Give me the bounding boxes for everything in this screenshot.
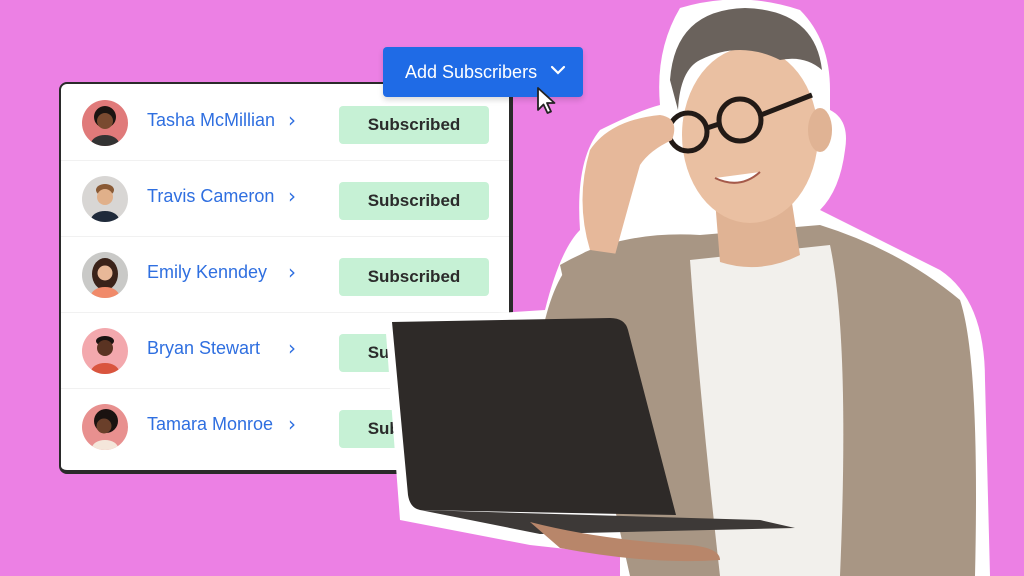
- status-badge: Subscribed: [339, 334, 489, 372]
- chevron-right-icon[interactable]: ›: [288, 184, 296, 208]
- avatar: [82, 404, 128, 450]
- subscriber-name[interactable]: Bryan Stewart: [147, 338, 260, 359]
- neck: [715, 190, 800, 268]
- avatar: [82, 252, 128, 298]
- lower-hand: [530, 522, 720, 562]
- subscriber-row[interactable]: Bryan Stewart › Subscribed: [61, 312, 509, 389]
- avatar: [82, 100, 128, 146]
- smile: [714, 171, 761, 184]
- subscriber-name[interactable]: Tasha McMillian: [147, 110, 275, 131]
- add-subscribers-label: Add Subscribers: [405, 61, 538, 82]
- subscriber-name[interactable]: Tamara Monroe: [147, 414, 273, 435]
- chevron-right-icon[interactable]: ›: [288, 412, 296, 436]
- subscriber-row[interactable]: Emily Kenndey › Subscribed: [61, 236, 509, 313]
- status-badge: Subscribed: [339, 410, 489, 448]
- status-badge: Subscribed: [339, 258, 489, 296]
- status-badge: Subscribed: [339, 182, 489, 220]
- chevron-down-icon: [549, 61, 567, 84]
- subscriber-row[interactable]: Travis Cameron › Subscribed: [61, 160, 509, 237]
- glasses: [666, 92, 813, 154]
- laptop-base: [420, 510, 795, 534]
- cardigan: [560, 225, 976, 576]
- chevron-right-icon[interactable]: ›: [288, 108, 296, 132]
- subscriber-name[interactable]: Emily Kenndey: [147, 262, 267, 283]
- subscriber-name[interactable]: Travis Cameron: [147, 186, 274, 207]
- chevron-right-icon[interactable]: ›: [288, 336, 296, 360]
- sleeve: [545, 250, 640, 320]
- raised-hand: [582, 115, 675, 255]
- hair: [670, 8, 822, 110]
- ear: [808, 108, 832, 152]
- subscriber-row[interactable]: Tamara Monroe › Subscribed: [61, 388, 509, 464]
- status-badge: Subscribed: [339, 106, 489, 144]
- marketing-hero: Tasha McMillian › Subscribed Travis Came…: [0, 0, 1024, 576]
- head: [682, 47, 818, 223]
- shirt: [690, 245, 844, 576]
- avatar: [82, 176, 128, 222]
- chevron-right-icon[interactable]: ›: [288, 260, 296, 284]
- arrow-cursor-icon: [536, 86, 558, 121]
- avatar: [82, 328, 128, 374]
- subscriber-list: Tasha McMillian › Subscribed Travis Came…: [59, 82, 513, 474]
